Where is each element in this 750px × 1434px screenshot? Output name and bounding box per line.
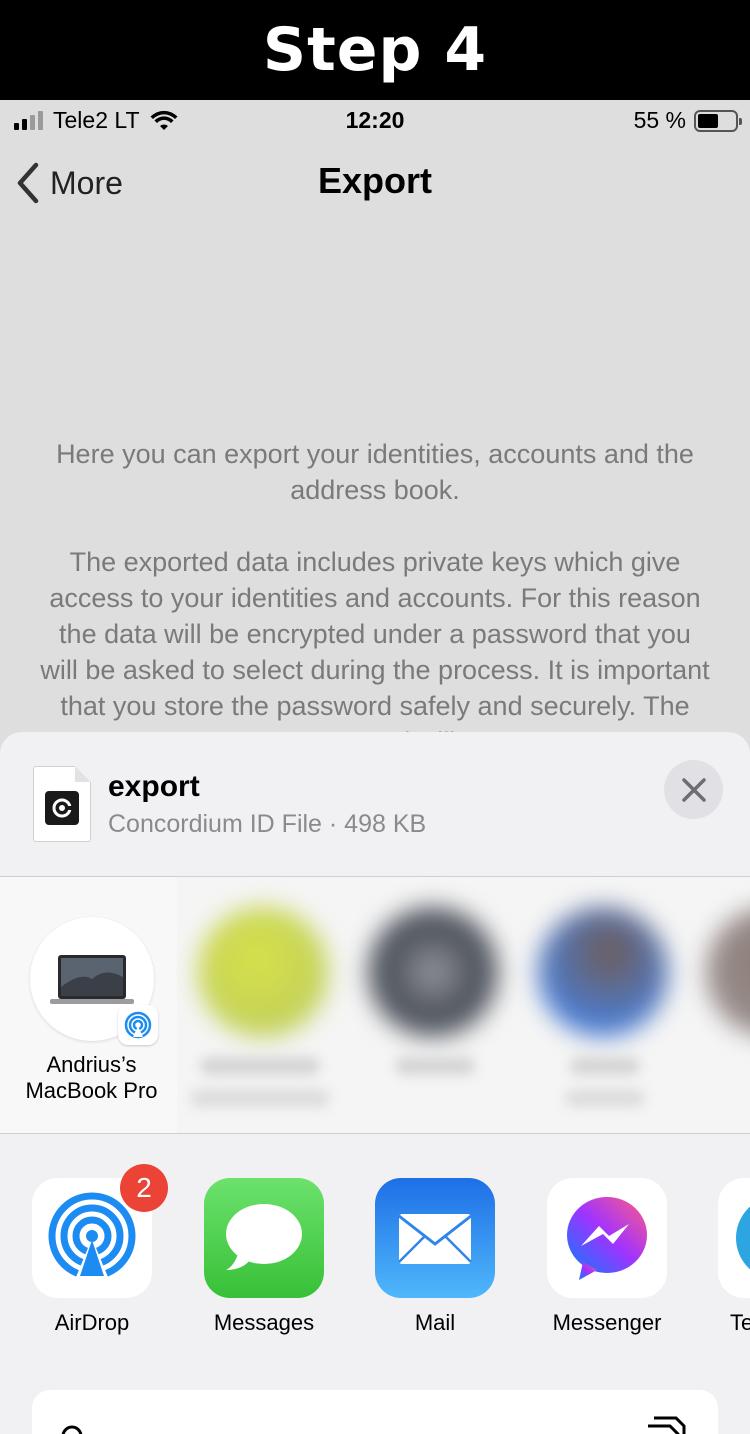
blurred-contact-avatar[interactable] xyxy=(198,907,328,1037)
blurred-contact-avatar[interactable] xyxy=(538,907,668,1037)
messenger-icon xyxy=(547,1178,667,1298)
blurred-contact-name xyxy=(395,1057,475,1075)
app-label: Messenger xyxy=(552,1310,662,1335)
search-icon xyxy=(61,1425,83,1434)
navigation-bar: More Export xyxy=(0,144,750,224)
mail-icon xyxy=(375,1178,495,1298)
airdrop-people-row: Andrius’s MacBook Pro xyxy=(0,877,750,1133)
step-title: Step 4 xyxy=(262,15,488,85)
airdrop-badge-icon xyxy=(118,1005,158,1045)
notification-badge: 2 xyxy=(120,1164,168,1212)
file-meta: Concordium ID File · 498 KB xyxy=(108,810,427,838)
page-title: Export xyxy=(317,160,432,201)
blurred-contact-avatar[interactable] xyxy=(706,907,750,1037)
app-airdrop[interactable]: 2 AirDrop xyxy=(32,1164,168,1336)
description-paragraph-1: Here you can export your identities, acc… xyxy=(56,439,694,505)
file-name: export xyxy=(108,770,200,803)
status-bar: Tele2 LT 12:20 55 % xyxy=(0,100,750,140)
description-paragraph-2: The exported data includes private keys … xyxy=(40,547,710,757)
close-button[interactable] xyxy=(664,760,723,819)
airdrop-icon: 2 xyxy=(32,1164,168,1298)
messages-icon xyxy=(204,1178,324,1298)
status-right: 55 % xyxy=(633,107,742,134)
concordium-file-icon xyxy=(33,766,91,842)
blurred-contact-name xyxy=(570,1057,640,1075)
battery-icon xyxy=(694,109,742,132)
share-sheet: export Concordium ID File · 498 KB Andri… xyxy=(0,732,750,1434)
close-icon xyxy=(681,777,706,802)
share-sheet-header: export Concordium ID File · 498 KB xyxy=(0,732,750,876)
share-apps-row: 2 AirDrop Messages Mail Messenger Te xyxy=(0,1134,750,1434)
app-messages[interactable]: Messages xyxy=(204,1178,324,1336)
app-telegram[interactable]: Te xyxy=(718,1178,750,1336)
app-label: Mail xyxy=(414,1310,456,1335)
share-action-card[interactable] xyxy=(32,1390,718,1434)
blurred-contact-name xyxy=(200,1057,320,1075)
telegram-icon xyxy=(718,1178,750,1298)
phone-screen: Tele2 LT 12:20 55 % More Export Here you… xyxy=(0,100,750,1434)
app-mail[interactable]: Mail xyxy=(375,1178,495,1336)
blurred-contact-avatar[interactable] xyxy=(368,907,498,1037)
app-label: AirDrop xyxy=(54,1310,130,1335)
step-banner: Step 4 xyxy=(0,0,750,100)
copy-icon xyxy=(648,1416,686,1434)
blurred-contact-name xyxy=(190,1089,330,1107)
airdrop-target-label: Andrius’s MacBook Pro xyxy=(25,1052,158,1103)
app-messenger[interactable]: Messenger xyxy=(547,1178,667,1336)
blurred-contact-name xyxy=(565,1089,645,1107)
app-label: Te xyxy=(730,1310,750,1335)
airdrop-target-macbook[interactable]: Andrius’s MacBook Pro xyxy=(0,877,177,1133)
app-label: Messages xyxy=(213,1310,315,1335)
battery-percent: 55 % xyxy=(633,107,686,133)
